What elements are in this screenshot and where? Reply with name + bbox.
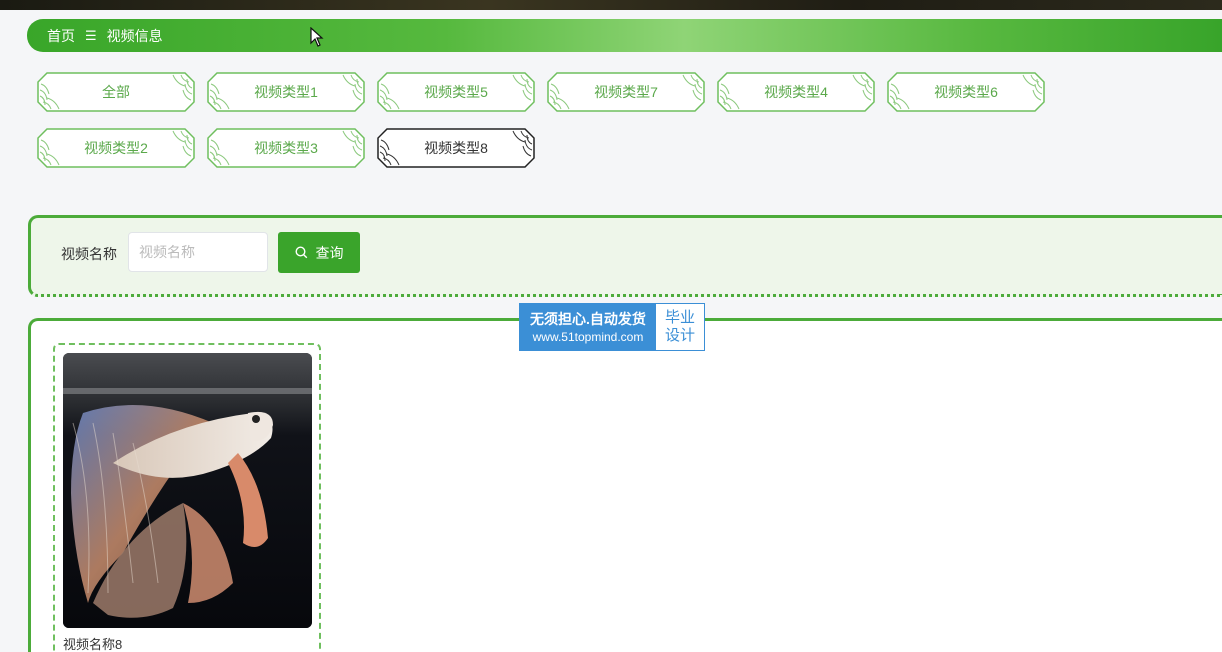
video-thumbnail[interactable] — [63, 353, 312, 628]
category-label: 视频类型7 — [594, 84, 658, 100]
breadcrumb-separator-icon: ☰ — [85, 27, 97, 43]
watermark-line1: 无须担心.自动发货 — [530, 311, 646, 327]
category-label: 视频类型8 — [424, 140, 488, 156]
search-icon — [294, 246, 307, 259]
category-type1[interactable]: 视频类型1 — [207, 72, 365, 112]
mouse-cursor-icon — [310, 27, 324, 47]
category-all[interactable]: 全部 — [37, 72, 195, 112]
category-type6[interactable]: 视频类型6 — [887, 72, 1045, 112]
watermark-line2: www.51topmind.com — [532, 330, 644, 344]
category-label: 视频类型2 — [84, 140, 148, 156]
watermark-right: 毕业 设计 — [656, 304, 704, 350]
category-type8[interactable]: 视频类型8 — [377, 128, 535, 168]
breadcrumb-current: 视频信息 — [106, 27, 163, 44]
search-button-label: 查询 — [315, 244, 344, 261]
breadcrumb: 首页 ☰ 视频信息 — [27, 19, 1222, 52]
video-card[interactable]: 视频名称8 — [53, 343, 321, 652]
search-label: 视频名称 — [61, 246, 117, 262]
breadcrumb-home[interactable]: 首页 — [47, 26, 75, 46]
top-strip — [0, 0, 1222, 10]
watermark-right1: 毕业 — [664, 309, 695, 326]
category-type7[interactable]: 视频类型7 — [547, 72, 705, 112]
betta-fish-image — [63, 353, 312, 628]
category-label: 视频类型6 — [934, 84, 998, 100]
watermark-logo: 无须担心.自动发货 www.51topmind.com 毕业 设计 — [519, 303, 705, 351]
search-input[interactable] — [128, 232, 268, 272]
search-panel: 视频名称 查询 — [28, 215, 1222, 297]
category-type2[interactable]: 视频类型2 — [37, 128, 195, 168]
category-label: 视频类型4 — [764, 84, 828, 100]
category-label: 视频类型3 — [254, 140, 318, 156]
video-title[interactable]: 视频名称8 — [63, 634, 122, 652]
category-label: 视频类型1 — [254, 84, 318, 100]
watermark-right2: 设计 — [664, 327, 695, 344]
category-type4[interactable]: 视频类型4 — [717, 72, 875, 112]
search-button[interactable]: 查询 — [278, 232, 360, 273]
category-type5[interactable]: 视频类型5 — [377, 72, 535, 112]
watermark-left: 无须担心.自动发货 www.51topmind.com — [520, 304, 656, 350]
category-label: 视频类型5 — [424, 84, 488, 100]
category-type3[interactable]: 视频类型3 — [207, 128, 365, 168]
category-label: 全部 — [102, 84, 130, 100]
video-list-panel: 视频名称8 — [28, 318, 1222, 652]
